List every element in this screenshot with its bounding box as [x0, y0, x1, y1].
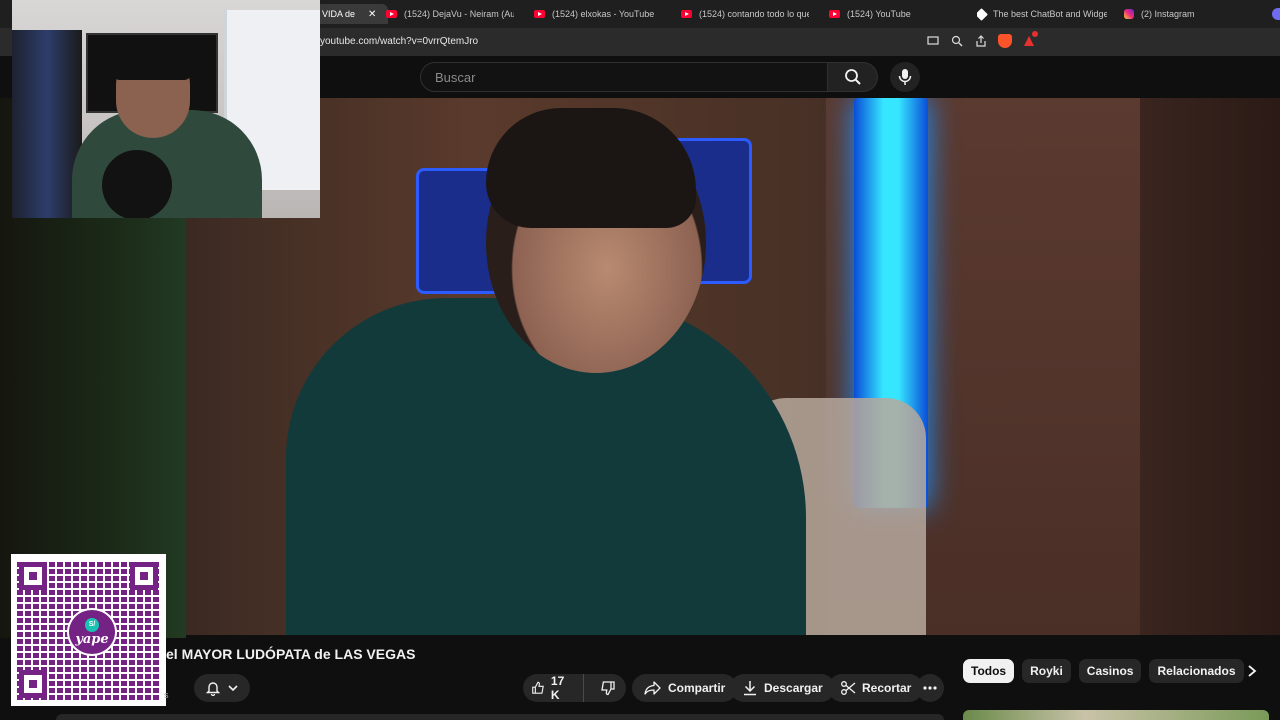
search-button[interactable]: [828, 62, 878, 92]
share-icon: [644, 681, 661, 695]
search-box: [420, 62, 828, 92]
voice-search-button[interactable]: [890, 62, 920, 92]
tab-youtube[interactable]: (1524) YouTube: [829, 4, 959, 24]
thumbs-up-icon: [532, 681, 544, 694]
clip-button[interactable]: Recortar: [828, 674, 924, 702]
video-title: el MAYOR LUDÓPATA de LAS VEGAS: [166, 646, 416, 662]
tab-label: The best ChatBot and Widgets: [993, 9, 1107, 19]
yape-qr-code: S/ yape: [11, 554, 166, 706]
video-person-hair: [486, 108, 696, 228]
share-label: Compartir: [668, 681, 726, 695]
like-button[interactable]: 17 K: [523, 674, 584, 702]
chip-royki[interactable]: Royki: [1022, 659, 1071, 683]
like-dislike-group: 17 K: [523, 674, 626, 702]
search-input[interactable]: [433, 69, 817, 86]
tab-contando[interactable]: (1524) contando todo lo que p: [681, 4, 809, 24]
microphone-icon: [898, 69, 912, 85]
share-button[interactable]: Compartir: [632, 674, 738, 702]
notifications-button[interactable]: [194, 674, 250, 702]
like-count: 17 K: [550, 674, 565, 702]
cast-icon[interactable]: [926, 34, 940, 48]
url-field[interactable]: youtube.com/watch?v=0vrrQtemJro: [320, 36, 478, 47]
ambient-right-panel: [1140, 98, 1280, 635]
more-actions-button[interactable]: [916, 674, 944, 702]
chip-todos[interactable]: Todos: [963, 659, 1015, 683]
related-video-thumbnail[interactable]: [963, 710, 1269, 720]
share-page-icon[interactable]: [974, 34, 988, 48]
tab-label: (1524) YouTube: [847, 9, 911, 19]
qr-finder: [19, 562, 47, 590]
scissors-icon: [841, 681, 856, 695]
brave-rewards-icon[interactable]: [1022, 31, 1038, 48]
instagram-icon: [1124, 9, 1134, 19]
webcam-overlay: [12, 0, 320, 218]
tab-label: (1524) contando todo lo que p: [699, 9, 809, 19]
brave-shield-icon[interactable]: [998, 34, 1012, 48]
thumbs-down-icon: [601, 681, 615, 696]
clip-label: Recortar: [862, 681, 912, 695]
youtube-icon: [829, 10, 840, 18]
chip-relacionados[interactable]: Relacionados: [1149, 659, 1244, 683]
more-horizontal-icon: [923, 686, 937, 690]
chips-next-button[interactable]: [1240, 659, 1264, 683]
qr-finder: [130, 562, 158, 590]
tab-chatbot[interactable]: The best ChatBot and Widgets: [977, 4, 1107, 24]
tab-instagram[interactable]: (2) Instagram: [1124, 4, 1254, 24]
zoom-icon[interactable]: [950, 34, 964, 48]
yape-badge: S/: [85, 617, 99, 632]
youtube-icon: [681, 10, 692, 18]
address-bar-icons: [926, 31, 1038, 48]
extension-icon[interactable]: [1272, 8, 1280, 20]
tab-dejavu[interactable]: (1524) DejaVu - Neiram (Audio: [386, 4, 514, 24]
webcam-microphone: [102, 150, 172, 218]
chatbot-icon: [977, 7, 988, 21]
youtube-icon: [534, 10, 545, 18]
dislike-button[interactable]: [590, 674, 626, 702]
close-tab-icon[interactable]: ✕: [368, 9, 376, 20]
bell-icon: [205, 682, 221, 696]
qr-finder: [19, 670, 47, 698]
yape-wordmark: yape: [75, 631, 109, 647]
chip-casinos[interactable]: Casinos: [1078, 659, 1142, 683]
tab-label: (2) Instagram: [1141, 9, 1195, 19]
download-button[interactable]: Descargar: [730, 674, 835, 702]
chevron-right-icon: [1248, 665, 1257, 677]
video-player[interactable]: [186, 98, 1140, 635]
youtube-icon: [386, 10, 397, 18]
tab-label: (1524) DejaVu - Neiram (Audio: [404, 9, 514, 19]
yape-logo: S/ yape: [67, 608, 117, 656]
chevron-down-icon: [228, 685, 238, 692]
tab-elxokas[interactable]: (1524) elxokas - YouTube: [534, 4, 664, 24]
download-icon: [744, 681, 756, 696]
related-filter-chips: Todos Royki Casinos Relacionados: [963, 659, 1244, 683]
tab-label: (1524) elxokas - YouTube: [552, 9, 655, 19]
qr-pattern: S/ yape: [17, 560, 160, 700]
tab-active-video[interactable]: VIDA de ✕: [316, 4, 388, 24]
subscriber-count: s: [164, 690, 169, 700]
search-icon: [844, 69, 861, 85]
tab-label: VIDA de: [322, 9, 356, 19]
download-label: Descargar: [764, 681, 823, 695]
description-box-edge[interactable]: [56, 714, 944, 720]
